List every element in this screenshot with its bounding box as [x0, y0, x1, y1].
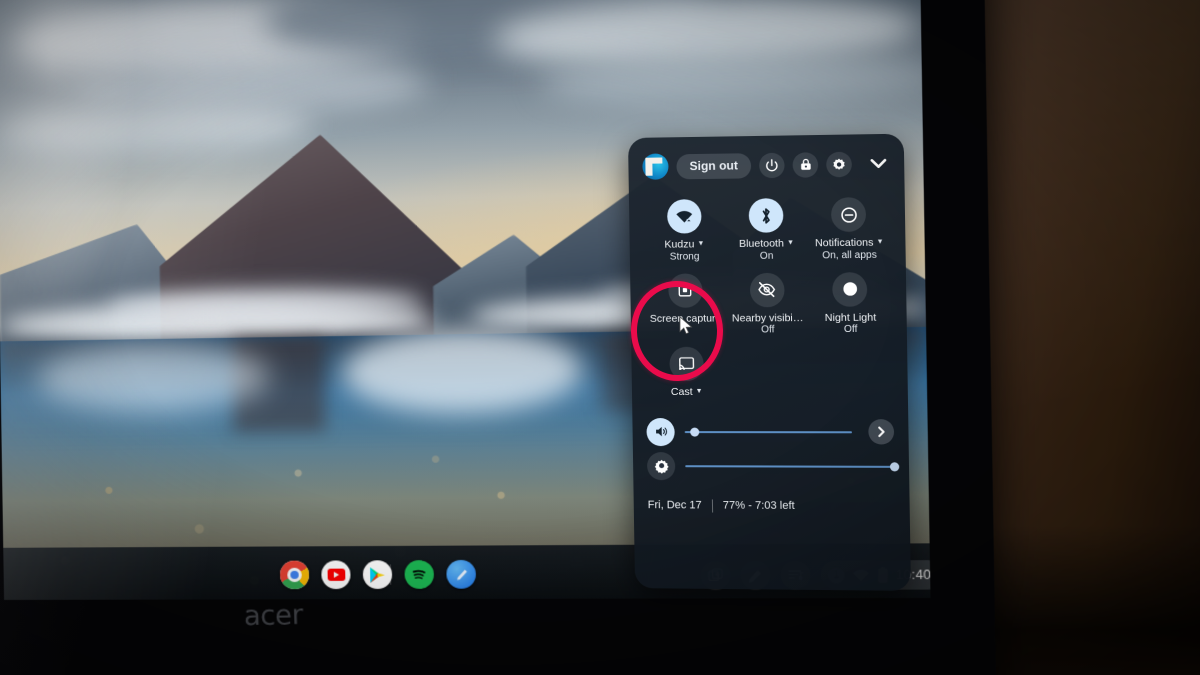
tile-wifi-label: Kudzu	[664, 238, 695, 251]
tile-notifications-label: Notifications	[814, 236, 874, 250]
mouse-pointer	[679, 316, 695, 336]
date-label: Fri, Dec 17	[647, 499, 702, 512]
chevron-down-icon[interactable]	[867, 152, 890, 175]
avatar[interactable]	[642, 153, 669, 180]
quick-settings-header: Sign out	[642, 146, 890, 184]
do-not-disturb-icon	[831, 197, 867, 232]
shelf-app-files[interactable]	[446, 559, 477, 589]
bluetooth-icon	[748, 198, 784, 233]
tile-notifications-sub: On, all apps	[822, 249, 877, 261]
tile-notifications[interactable]: Notifications ▼ On, all apps	[807, 191, 891, 266]
spotify-icon	[410, 565, 429, 583]
tile-wifi-sub: Strong	[669, 250, 700, 263]
tile-bluetooth-sub: On	[759, 250, 774, 262]
chevron-down-icon[interactable]: ▼	[876, 236, 883, 249]
files-icon	[456, 569, 467, 580]
chevron-down-icon[interactable]: ▼	[695, 386, 703, 399]
brightness-icon[interactable]	[646, 451, 676, 480]
tile-bluetooth-label: Bluetooth	[738, 237, 785, 251]
volume-slider-row	[646, 415, 895, 450]
tile-night-light-sub: Off	[843, 323, 858, 336]
tile-nearby-visibility-label: Nearby visibi…	[731, 311, 804, 325]
tile-nearby-visibility-sub: Off	[761, 324, 775, 336]
tile-nearby-visibility[interactable]: Nearby visibi… Off	[726, 266, 810, 341]
brightness-slider-row	[646, 449, 900, 484]
chevron-down-icon[interactable]: ▼	[697, 238, 704, 251]
tile-bluetooth[interactable]: Bluetooth ▼ On	[725, 192, 809, 267]
photo-scene: 1 10:40 acer	[0, 0, 1200, 675]
shelf-app-icons	[279, 559, 477, 590]
power-icon[interactable]	[758, 152, 785, 178]
brightness-slider-knob[interactable]	[889, 461, 900, 471]
gear-icon[interactable]	[826, 151, 853, 177]
sign-out-button[interactable]: Sign out	[676, 152, 752, 179]
tile-wifi[interactable]: Kudzu ▼ Strong	[643, 193, 726, 268]
tile-cast-label: Cast	[670, 385, 693, 399]
acer-logo: acer	[243, 599, 304, 633]
brightness-slider[interactable]	[685, 461, 900, 471]
shelf-app-play-store[interactable]	[362, 560, 393, 589]
play-store-icon	[370, 566, 385, 583]
shelf-app-youtube[interactable]	[321, 560, 351, 590]
shelf-app-spotify[interactable]	[404, 560, 435, 589]
volume-slider[interactable]	[684, 427, 852, 437]
battery-label: 77% - 7:03 left	[722, 499, 795, 513]
chevron-right-icon[interactable]	[868, 419, 895, 445]
quick-settings-footer: Fri, Dec 17 77% - 7:03 left	[648, 499, 896, 513]
volume-icon[interactable]	[646, 417, 675, 446]
shelf-app-chrome[interactable]	[279, 560, 310, 590]
chevron-down-icon[interactable]: ▼	[787, 237, 794, 250]
lock-icon[interactable]	[792, 151, 819, 178]
footer-divider	[711, 499, 713, 513]
tile-night-light[interactable]: Night Light Off	[808, 265, 892, 340]
night-light-icon	[832, 271, 868, 307]
nearby-visibility-icon	[749, 272, 785, 307]
volume-slider-knob[interactable]	[690, 427, 700, 437]
quick-settings-sliders	[646, 415, 900, 484]
wifi-icon	[666, 199, 702, 234]
tile-night-light-label: Night Light	[824, 311, 877, 324]
